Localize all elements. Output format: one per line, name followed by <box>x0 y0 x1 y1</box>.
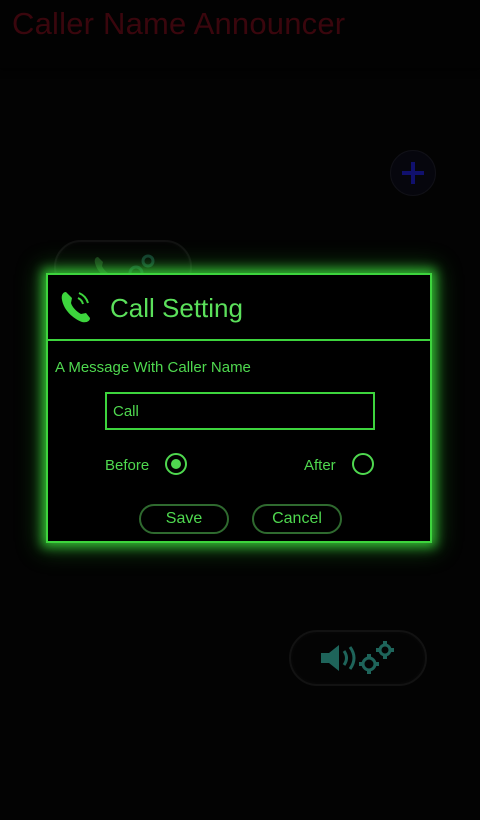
message-label: A Message With Caller Name <box>55 359 251 376</box>
dialog-header: Call Setting <box>48 275 430 341</box>
radio-selected-dot <box>171 459 181 469</box>
after-radio[interactable] <box>352 453 374 475</box>
dialog-title: Call Setting <box>110 293 243 323</box>
cancel-button[interactable]: Cancel <box>252 504 342 534</box>
phone-ringing-icon <box>61 292 90 323</box>
before-radio[interactable] <box>165 453 187 475</box>
call-setting-dialog: Call Setting A Message With Caller Name … <box>46 273 432 543</box>
save-button[interactable]: Save <box>139 504 229 534</box>
screen: Caller Name Announcer Call Setting A Mes… <box>0 0 480 820</box>
message-input[interactable] <box>105 392 375 430</box>
after-label: After <box>304 457 336 474</box>
before-label: Before <box>105 457 150 474</box>
